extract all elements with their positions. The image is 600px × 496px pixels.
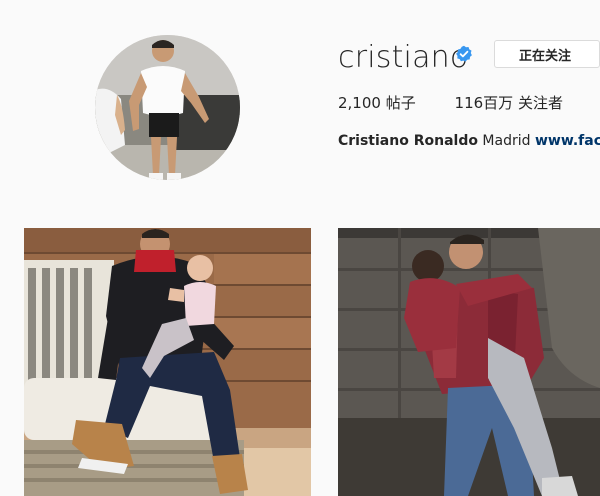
followers-stat[interactable]: 116百万 关注者: [455, 92, 563, 113]
posts-count: 2,100: [338, 94, 381, 112]
avatar-photo: [95, 35, 240, 180]
profile-stats: 2,100 帖子 116百万 关注者: [338, 92, 563, 113]
post-photo-ronaldo-hugging-son: [338, 228, 600, 496]
profile-website-link[interactable]: www.facebook.com/cristiano: [535, 133, 600, 149]
followers-label: 关注者: [517, 94, 563, 112]
profile-username: cristiano: [338, 40, 469, 75]
profile-location: Madrid: [482, 133, 531, 149]
followers-count: 116百万: [454, 94, 514, 112]
post-photo-ronaldo-with-baby: [24, 228, 311, 496]
posts-stat[interactable]: 2,100 帖子: [338, 92, 416, 113]
profile-bio: Cristiano Ronaldo Madrid www.facebook.co…: [338, 133, 600, 149]
following-button[interactable]: 正在关注: [494, 40, 600, 68]
posts-label: 帖子: [385, 94, 416, 112]
post-thumbnail[interactable]: [338, 228, 600, 496]
verified-badge-icon: [455, 45, 473, 63]
profile-full-name: Cristiano Ronaldo: [338, 133, 478, 149]
profile-page: cristiano 正在关注 2,100 帖子 116百万 关注者 Cristi…: [0, 0, 600, 496]
avatar[interactable]: [95, 35, 240, 180]
post-thumbnail[interactable]: [24, 228, 311, 496]
